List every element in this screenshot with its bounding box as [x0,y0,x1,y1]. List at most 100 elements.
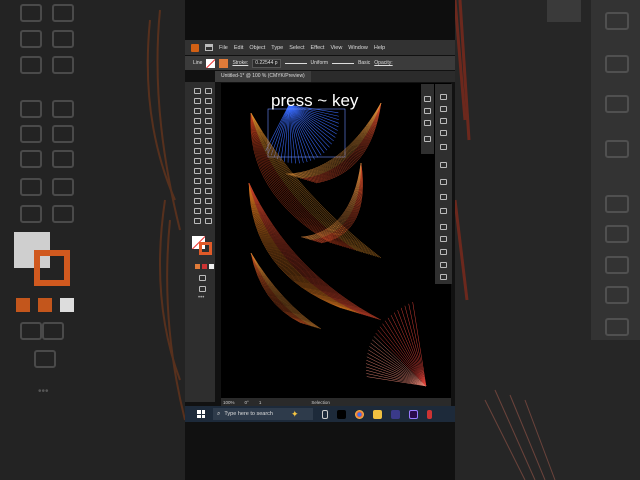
ghost-icon [52,56,74,74]
ghost-icon [605,286,629,304]
ghost-icon [52,178,74,196]
black-app-icon[interactable] [337,409,346,419]
fan-stroke-red [379,326,427,387]
blend-icon[interactable] [205,188,212,194]
stroke-label: Stroke: [232,60,249,66]
variable-width-preview[interactable] [284,62,307,64]
zoom-tool-icon[interactable] [205,218,212,224]
magic-wand-icon[interactable] [194,98,201,104]
eraser-icon[interactable] [205,138,212,144]
color-mode-icon[interactable] [195,264,200,269]
symbols-icon[interactable] [440,236,447,242]
shaper-icon[interactable] [194,138,201,144]
slice-icon[interactable] [205,208,212,214]
brush-preview[interactable] [332,62,355,64]
stroke-swatch[interactable] [219,58,229,68]
status-bar: 100% 0° 1 Selection [221,398,451,406]
pathfinder-icon[interactable] [440,208,447,214]
hand-tool-icon[interactable] [194,218,201,224]
swatches-icon[interactable] [440,106,447,112]
fan-stroke-orange [314,102,382,183]
menu-file[interactable]: File [219,45,228,51]
fan-stroke-orange [250,112,370,255]
layers-panel-icon[interactable] [440,118,447,124]
scale-icon[interactable] [205,148,212,154]
comment-icon[interactable] [440,162,447,168]
home-icon[interactable] [205,44,213,51]
ghost-icon [20,100,42,118]
opacity-label[interactable]: Opacity: [374,60,392,66]
pen-tool-icon[interactable] [194,108,201,114]
ghost-icon [52,150,74,168]
windows-start-icon[interactable] [197,410,205,418]
menu-object[interactable]: Object [249,45,265,51]
artboard-canvas[interactable]: press ~ key [221,83,451,398]
none-mode-icon[interactable] [209,264,214,269]
ghost-icon [34,350,56,368]
document-tab[interactable]: Untitled-1* @ 100 % (CMYK/Preview) [215,71,311,82]
stroke-weight-field[interactable]: 0.22544 p [252,58,281,68]
draw-mode-icon[interactable] [199,275,206,281]
gradient-mode-icon[interactable] [202,264,207,269]
menu-select[interactable]: Select [289,45,304,51]
menu-edit[interactable]: Edit [234,45,243,51]
shape-builder-icon[interactable] [194,168,201,174]
layers-icon[interactable] [424,108,431,114]
taskbar-search-box[interactable]: ⌕ Type here to search ✦ [213,408,313,420]
ghost-swatch [16,298,30,312]
rectangle-tool-icon[interactable] [194,128,201,134]
width-tool-icon[interactable] [194,158,201,164]
task-view-icon[interactable] [322,409,328,419]
ghost-icon [605,256,629,274]
perspective-icon[interactable] [205,168,212,174]
artboard-number[interactable]: 1 [259,400,262,405]
lasso-icon[interactable] [205,98,212,104]
dark-app-icon[interactable] [391,409,400,419]
cc-libraries-icon[interactable] [440,224,447,230]
selection-tool-icon[interactable] [194,88,201,94]
menu-view[interactable]: View [330,45,342,51]
stroke-color-swatch[interactable] [199,242,212,255]
rotate-icon[interactable] [194,148,201,154]
rotation-value[interactable]: 0° [245,400,249,405]
export-icon[interactable] [440,130,447,136]
artboard-icon[interactable] [194,208,201,214]
file-explorer-icon[interactable] [373,409,382,419]
mesh-icon[interactable] [194,178,201,184]
edit-toolbar-icon[interactable]: ••• [198,295,204,301]
menu-help[interactable]: Help [374,45,385,51]
free-transform-icon[interactable] [205,158,212,164]
fill-swatch[interactable] [206,58,216,68]
chrome-icon[interactable] [355,409,364,419]
curvature-icon[interactable] [205,108,212,114]
brushes-icon[interactable] [440,249,447,255]
brush-label[interactable]: Basic [358,60,370,66]
red-app-icon[interactable] [427,409,432,419]
symbol-sprayer-icon[interactable] [194,198,201,204]
zoom-level[interactable]: 100% [223,400,235,405]
eyedropper-icon[interactable] [194,188,201,194]
align-icon[interactable] [440,179,447,185]
color-panel-icon[interactable] [440,94,447,100]
paintbrush-icon[interactable] [205,128,212,134]
screen-mode-icon[interactable] [199,286,206,292]
line-tool-icon[interactable] [205,118,212,124]
transform-icon[interactable] [440,194,447,200]
type-tool-icon[interactable] [194,118,201,124]
profile-label[interactable]: Uniform [311,60,329,66]
help-icon[interactable] [424,136,431,142]
direct-selection-tool-icon[interactable] [205,88,212,94]
premiere-icon[interactable] [409,409,418,419]
image-trace-icon[interactable] [440,144,447,150]
ghost-icon [20,56,42,74]
graphic-styles-icon[interactable] [440,274,447,280]
menu-effect[interactable]: Effect [311,45,325,51]
graph-icon[interactable] [205,198,212,204]
menu-window[interactable]: Window [348,45,368,51]
collapsed-panel-column-a [421,84,434,154]
properties-icon[interactable] [424,96,431,102]
appearance-icon[interactable] [440,262,447,268]
menu-type[interactable]: Type [271,45,283,51]
gradient-icon[interactable] [205,178,212,184]
libraries-icon[interactable] [424,120,431,126]
